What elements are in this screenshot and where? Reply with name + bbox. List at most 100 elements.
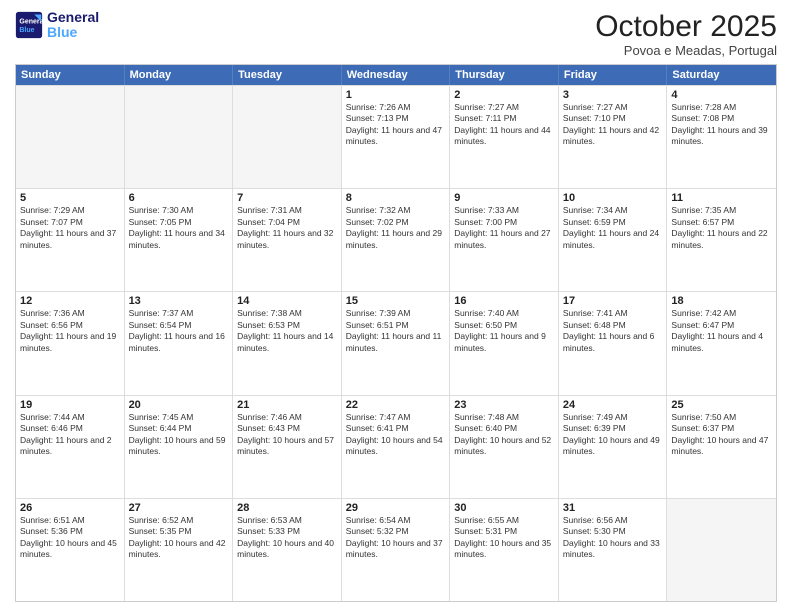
day-number: 8 — [346, 192, 446, 204]
header-day-sunday: Sunday — [16, 65, 125, 85]
cell-info: Sunrise: 7:33 AMSunset: 7:00 PMDaylight:… — [454, 205, 554, 251]
title-block: October 2025 Povoa e Meadas, Portugal — [595, 10, 777, 58]
cal-cell — [125, 86, 234, 188]
cell-info: Sunrise: 7:36 AMSunset: 6:56 PMDaylight:… — [20, 308, 120, 354]
day-number: 16 — [454, 295, 554, 307]
cell-info: Sunrise: 7:34 AMSunset: 6:59 PMDaylight:… — [563, 205, 663, 251]
cal-cell: 23Sunrise: 7:48 AMSunset: 6:40 PMDayligh… — [450, 396, 559, 498]
cal-cell: 4Sunrise: 7:28 AMSunset: 7:08 PMDaylight… — [667, 86, 776, 188]
day-number: 11 — [671, 192, 772, 204]
cell-info: Sunrise: 7:41 AMSunset: 6:48 PMDaylight:… — [563, 308, 663, 354]
cal-cell: 25Sunrise: 7:50 AMSunset: 6:37 PMDayligh… — [667, 396, 776, 498]
cal-cell: 24Sunrise: 7:49 AMSunset: 6:39 PMDayligh… — [559, 396, 668, 498]
logo-text: General Blue — [47, 10, 99, 41]
cell-info: Sunrise: 7:48 AMSunset: 6:40 PMDaylight:… — [454, 412, 554, 458]
cal-cell: 6Sunrise: 7:30 AMSunset: 7:05 PMDaylight… — [125, 189, 234, 291]
cell-info: Sunrise: 6:56 AMSunset: 5:30 PMDaylight:… — [563, 515, 663, 561]
cal-cell: 17Sunrise: 7:41 AMSunset: 6:48 PMDayligh… — [559, 292, 668, 394]
day-number: 17 — [563, 295, 663, 307]
cal-cell: 27Sunrise: 6:52 AMSunset: 5:35 PMDayligh… — [125, 499, 234, 601]
cell-info: Sunrise: 7:27 AMSunset: 7:11 PMDaylight:… — [454, 102, 554, 148]
cell-info: Sunrise: 7:44 AMSunset: 6:46 PMDaylight:… — [20, 412, 120, 458]
svg-text:Blue: Blue — [19, 27, 34, 34]
logo-line1: General — [47, 10, 99, 25]
day-number: 6 — [129, 192, 229, 204]
cell-info: Sunrise: 6:52 AMSunset: 5:35 PMDaylight:… — [129, 515, 229, 561]
cell-info: Sunrise: 7:35 AMSunset: 6:57 PMDaylight:… — [671, 205, 772, 251]
cell-info: Sunrise: 7:27 AMSunset: 7:10 PMDaylight:… — [563, 102, 663, 148]
header-day-monday: Monday — [125, 65, 234, 85]
cal-cell: 9Sunrise: 7:33 AMSunset: 7:00 PMDaylight… — [450, 189, 559, 291]
day-number: 30 — [454, 502, 554, 514]
cal-cell: 30Sunrise: 6:55 AMSunset: 5:31 PMDayligh… — [450, 499, 559, 601]
cell-info: Sunrise: 7:29 AMSunset: 7:07 PMDaylight:… — [20, 205, 120, 251]
day-number: 1 — [346, 89, 446, 101]
cal-cell: 15Sunrise: 7:39 AMSunset: 6:51 PMDayligh… — [342, 292, 451, 394]
header: General Blue General Blue October 2025 P… — [15, 10, 777, 58]
day-number: 3 — [563, 89, 663, 101]
cell-info: Sunrise: 7:26 AMSunset: 7:13 PMDaylight:… — [346, 102, 446, 148]
day-number: 10 — [563, 192, 663, 204]
header-day-tuesday: Tuesday — [233, 65, 342, 85]
cell-info: Sunrise: 7:30 AMSunset: 7:05 PMDaylight:… — [129, 205, 229, 251]
cal-cell: 31Sunrise: 6:56 AMSunset: 5:30 PMDayligh… — [559, 499, 668, 601]
cell-info: Sunrise: 7:37 AMSunset: 6:54 PMDaylight:… — [129, 308, 229, 354]
header-day-saturday: Saturday — [667, 65, 776, 85]
cell-info: Sunrise: 6:55 AMSunset: 5:31 PMDaylight:… — [454, 515, 554, 561]
cal-cell: 28Sunrise: 6:53 AMSunset: 5:33 PMDayligh… — [233, 499, 342, 601]
cal-cell: 5Sunrise: 7:29 AMSunset: 7:07 PMDaylight… — [16, 189, 125, 291]
cal-cell — [667, 499, 776, 601]
cal-cell: 12Sunrise: 7:36 AMSunset: 6:56 PMDayligh… — [16, 292, 125, 394]
day-number: 22 — [346, 399, 446, 411]
cal-cell: 14Sunrise: 7:38 AMSunset: 6:53 PMDayligh… — [233, 292, 342, 394]
month-title: October 2025 — [595, 10, 777, 43]
cal-cell: 3Sunrise: 7:27 AMSunset: 7:10 PMDaylight… — [559, 86, 668, 188]
cal-cell: 29Sunrise: 6:54 AMSunset: 5:32 PMDayligh… — [342, 499, 451, 601]
cal-cell: 19Sunrise: 7:44 AMSunset: 6:46 PMDayligh… — [16, 396, 125, 498]
cal-cell: 21Sunrise: 7:46 AMSunset: 6:43 PMDayligh… — [233, 396, 342, 498]
day-number: 24 — [563, 399, 663, 411]
cal-cell: 10Sunrise: 7:34 AMSunset: 6:59 PMDayligh… — [559, 189, 668, 291]
day-number: 28 — [237, 502, 337, 514]
page: General Blue General Blue October 2025 P… — [0, 0, 792, 612]
header-day-thursday: Thursday — [450, 65, 559, 85]
day-number: 15 — [346, 295, 446, 307]
day-number: 9 — [454, 192, 554, 204]
day-number: 5 — [20, 192, 120, 204]
cal-cell — [233, 86, 342, 188]
day-number: 29 — [346, 502, 446, 514]
cell-info: Sunrise: 6:54 AMSunset: 5:32 PMDaylight:… — [346, 515, 446, 561]
logo-icon: General Blue — [15, 11, 43, 39]
day-number: 7 — [237, 192, 337, 204]
day-number: 23 — [454, 399, 554, 411]
cal-cell: 13Sunrise: 7:37 AMSunset: 6:54 PMDayligh… — [125, 292, 234, 394]
day-number: 21 — [237, 399, 337, 411]
cal-cell: 8Sunrise: 7:32 AMSunset: 7:02 PMDaylight… — [342, 189, 451, 291]
cal-cell: 18Sunrise: 7:42 AMSunset: 6:47 PMDayligh… — [667, 292, 776, 394]
cell-info: Sunrise: 7:38 AMSunset: 6:53 PMDaylight:… — [237, 308, 337, 354]
logo: General Blue General Blue — [15, 10, 99, 41]
header-day-wednesday: Wednesday — [342, 65, 451, 85]
day-number: 14 — [237, 295, 337, 307]
day-number: 25 — [671, 399, 772, 411]
cal-cell: 11Sunrise: 7:35 AMSunset: 6:57 PMDayligh… — [667, 189, 776, 291]
cell-info: Sunrise: 7:50 AMSunset: 6:37 PMDaylight:… — [671, 412, 772, 458]
logo-line2: Blue — [47, 25, 99, 40]
day-number: 26 — [20, 502, 120, 514]
cal-row-2: 12Sunrise: 7:36 AMSunset: 6:56 PMDayligh… — [16, 291, 776, 394]
cal-cell: 7Sunrise: 7:31 AMSunset: 7:04 PMDaylight… — [233, 189, 342, 291]
cell-info: Sunrise: 7:31 AMSunset: 7:04 PMDaylight:… — [237, 205, 337, 251]
cal-cell: 20Sunrise: 7:45 AMSunset: 6:44 PMDayligh… — [125, 396, 234, 498]
cal-row-4: 26Sunrise: 6:51 AMSunset: 5:36 PMDayligh… — [16, 498, 776, 601]
cell-info: Sunrise: 7:46 AMSunset: 6:43 PMDaylight:… — [237, 412, 337, 458]
day-number: 19 — [20, 399, 120, 411]
day-number: 27 — [129, 502, 229, 514]
cell-info: Sunrise: 6:51 AMSunset: 5:36 PMDaylight:… — [20, 515, 120, 561]
day-number: 18 — [671, 295, 772, 307]
day-number: 31 — [563, 502, 663, 514]
day-number: 20 — [129, 399, 229, 411]
day-number: 12 — [20, 295, 120, 307]
cal-cell: 2Sunrise: 7:27 AMSunset: 7:11 PMDaylight… — [450, 86, 559, 188]
cell-info: Sunrise: 6:53 AMSunset: 5:33 PMDaylight:… — [237, 515, 337, 561]
cal-cell — [16, 86, 125, 188]
